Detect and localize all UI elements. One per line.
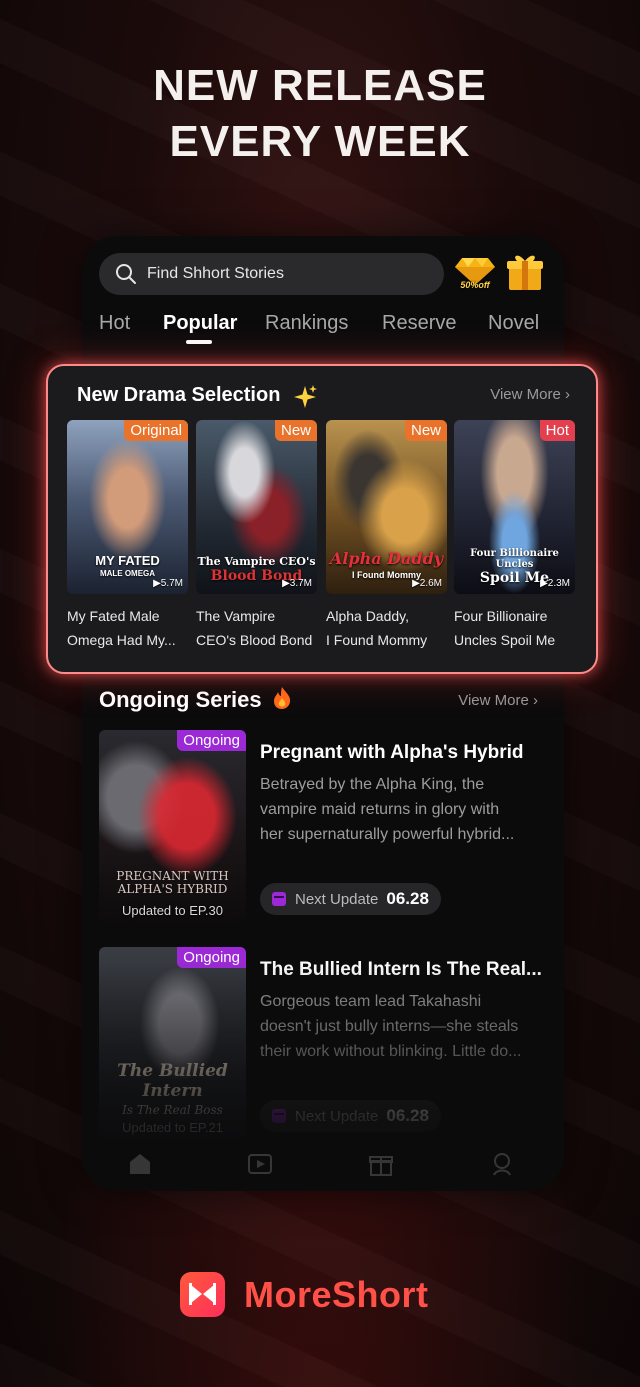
tab-novel[interactable]: Novel [488,312,539,335]
drama-item[interactable]: Original MY FATED MALE OMEGA ▶5.7M My Fa… [67,420,188,652]
series-cover: Ongoing The Bullied Intern Is The Real B… [99,947,246,1139]
cover-subtitle: MALE OMEGA [99,569,156,578]
drama-name-line: Uncles Spoil Me [454,632,556,648]
series-item[interactable]: Ongoing The Bullied Intern Is The Real B… [99,947,549,1139]
headline: NEW RELEASE EVERY WEEK [0,58,640,170]
cover-title: PREGNANT WITH ALPHA'S HYBRID [116,869,229,896]
drama-tag: Hot [539,420,575,441]
drama-name-line: Four Billionaire [454,608,548,624]
drama-item[interactable]: New The Vampire CEO's Blood Bond ▶3.7M T… [196,420,317,652]
drama-name-line: The Vampire [196,608,276,624]
rewards-gift-icon[interactable] [368,1151,394,1177]
ongoing-section-title: Ongoing Series [99,686,292,713]
drama-name-line: I Found Mommy [326,632,428,648]
drama-name-line: Alpha Daddy, [326,608,410,624]
drama-cover: New The Vampire CEO's Blood Bond ▶3.7M [196,420,317,594]
ongoing-view-more[interactable]: View More › [458,692,538,709]
drama-tag: New [274,420,317,441]
description-line: her supernaturally powerful hybrid... [260,826,515,843]
series-item[interactable]: Ongoing PREGNANT WITH ALPHA'S HYBRID Upd… [99,730,549,922]
brand-name: MoreShort [244,1274,429,1315]
drama-name-line: Omega Had My... [67,632,176,648]
discount-label: 50%off [460,280,490,290]
next-update-pill: Next Update 06.28 [260,883,441,915]
drama-cover: Original MY FATED MALE OMEGA ▶5.7M [67,420,188,594]
drama-item[interactable]: New Alpha Daddy I Found Mommy ▶2.6M Alph… [326,420,447,652]
sparkle-icon [294,385,317,408]
ongoing-tag: Ongoing [177,947,246,968]
cover-title: The Bullied Intern [117,1061,228,1101]
description-line: Betrayed by the Alpha King, the [260,776,485,793]
cover-title: Four Billionaire Uncles [470,548,559,570]
bottom-nav [82,1141,564,1191]
tab-reserve[interactable]: Reserve [382,312,456,335]
description-line: Gorgeous team lead Takahashi [260,993,482,1010]
view-count-value: 3.7M [289,578,312,589]
series-description: Betrayed by the Alpha King, the vampire … [260,772,545,847]
calendar-icon [272,1109,286,1123]
description-line: vampire maid returns in glory with [260,801,500,818]
drama-view-more[interactable]: View More › [490,386,570,403]
drama-name-line: CEO's Blood Bond [196,632,313,648]
tab-rankings[interactable]: Rankings [265,312,348,335]
home-icon[interactable] [127,1151,153,1177]
updated-label: Updated to EP.21 [122,1120,223,1135]
view-count: ▶5.7M [153,578,183,589]
chevron-right-icon: › [533,692,538,709]
fire-icon [268,687,292,712]
view-count-value: 5.7M [160,578,183,589]
view-count-value: 2.6M [419,578,442,589]
drama-cover: Hot Four Billionaire Uncles Spoil Me ▶2.… [454,420,575,594]
ongoing-tag: Ongoing [177,730,246,751]
active-tab-indicator [186,340,212,344]
search-icon [116,264,136,284]
next-update-pill: Next Update 06.28 [260,1100,441,1132]
discount-gem-icon[interactable]: 50%off [454,254,496,296]
tab-popular[interactable]: Popular [163,312,237,335]
description-line: their work without blinking. Little do..… [260,1043,522,1060]
view-count: ▶2.3M [540,578,570,589]
view-count: ▶3.7M [282,578,312,589]
view-count: ▶2.6M [412,578,442,589]
cover-subtitle: Is The Real Boss [122,1103,223,1117]
headline-line-1: NEW RELEASE [153,61,487,110]
drama-item[interactable]: Hot Four Billionaire Uncles Spoil Me ▶2.… [454,420,575,652]
play-icon[interactable] [247,1151,273,1177]
moreshort-logo-icon [180,1272,225,1317]
search-placeholder: Find Shhort Stories [147,265,284,282]
series-title: Pregnant with Alpha's Hybrid [260,742,524,763]
drama-view-more-label: View More [490,386,561,403]
series-cover: Ongoing PREGNANT WITH ALPHA'S HYBRID Upd… [99,730,246,922]
series-title: The Bullied Intern Is The Real... [260,959,542,980]
search-bar[interactable]: Find Shhort Stories [99,253,444,295]
description-line: doesn't just bully interns—she steals [260,1018,519,1035]
cover-title: Alpha Daddy [329,549,444,568]
brand-footer: MoreShort [180,1270,440,1320]
next-update-label: Next Update [295,890,379,908]
drama-cover: New Alpha Daddy I Found Mommy ▶2.6M [326,420,447,594]
calendar-icon [272,892,286,906]
next-update-date: 06.28 [386,1106,429,1125]
drama-tag: Original [124,420,188,441]
updated-label: Updated to EP.30 [122,903,223,918]
chevron-right-icon: › [565,386,570,403]
headline-line-2: EVERY WEEK [169,117,471,166]
cover-title: The Vampire CEO's [197,555,316,568]
cover-title: MY FATED [95,553,160,568]
profile-icon[interactable] [489,1151,515,1177]
category-tabs: Hot Popular Rankings Reserve Novel [99,312,559,352]
drama-section-title: New Drama Selection [77,384,281,406]
tab-hot[interactable]: Hot [99,312,130,335]
series-description: Gorgeous team lead Takahashi doesn't jus… [260,989,545,1064]
gift-icon[interactable] [506,252,544,292]
ongoing-title-text: Ongoing Series [99,687,262,712]
next-update-label: Next Update [295,1107,379,1125]
ongoing-view-more-label: View More [458,692,529,709]
view-count-value: 2.3M [547,578,570,589]
drama-tag: New [404,420,447,441]
next-update-date: 06.28 [386,889,429,908]
new-drama-selection-card: New Drama Selection View More › Original… [46,364,598,674]
drama-name-line: My Fated Male [67,608,160,624]
